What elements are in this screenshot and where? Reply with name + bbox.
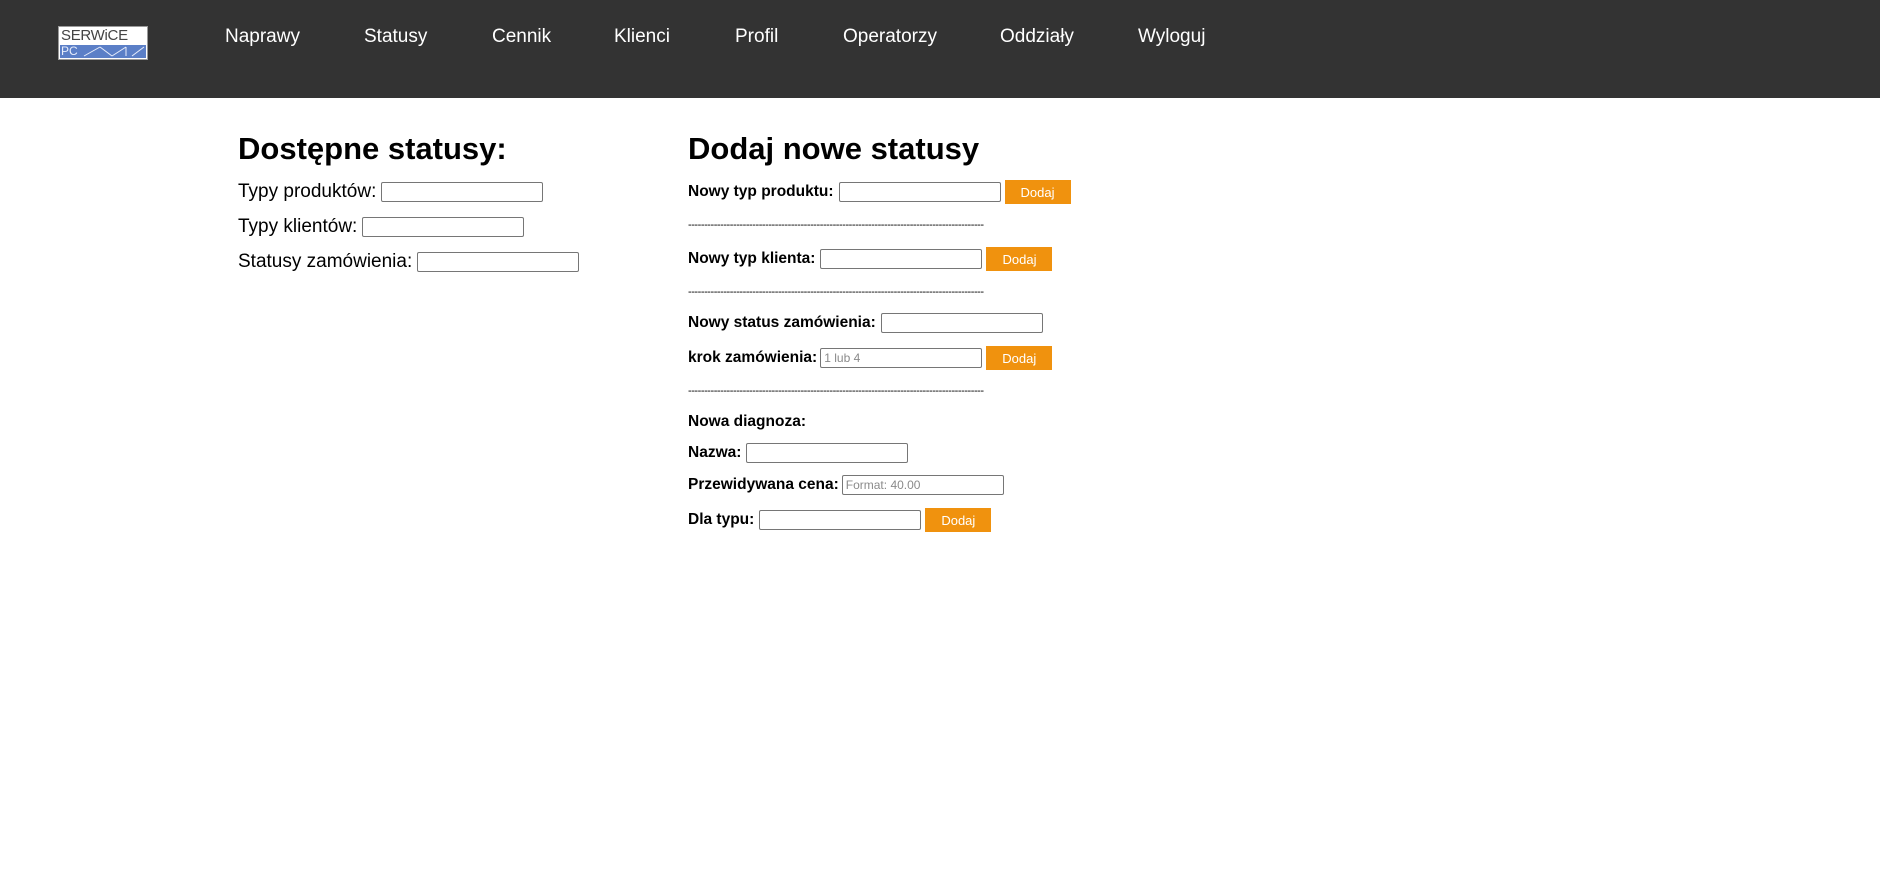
top-navbar: SERWiCE PC Naprawy Statusy Cennik Klienc… (0, 0, 1880, 98)
separator: ----------------------------------------… (688, 385, 984, 397)
client-types-select[interactable] (362, 217, 525, 237)
nav-operatorzy[interactable]: Operatorzy (843, 24, 937, 50)
nav-statusy[interactable]: Statusy (364, 24, 427, 50)
diagnosis-name-input[interactable] (746, 443, 909, 463)
client-types-row: Typy klientów: (238, 216, 525, 238)
available-statuses-title: Dostępne statusy: (238, 131, 507, 166)
new-product-type-label: Nowy typ produktu: (688, 183, 834, 200)
new-product-type-row: Nowy typ produktu: Dodaj (688, 180, 1071, 204)
add-order-status-button[interactable]: Dodaj (986, 346, 1053, 370)
diagnosis-price-input[interactable] (841, 475, 1004, 495)
nav-wyloguj[interactable]: Wyloguj (1138, 24, 1205, 50)
new-diagnosis-row: Nowa diagnoza: (688, 412, 806, 432)
new-client-type-input[interactable] (820, 249, 983, 269)
diagnosis-price-row: Przewidywana cena: (688, 475, 1004, 495)
new-order-status-label: Nowy status zamówienia: (688, 314, 876, 331)
new-product-type-input[interactable] (838, 182, 1001, 202)
order-statuses-label: Statusy zamówienia: (238, 251, 413, 272)
add-statuses-title: Dodaj nowe statusy (688, 131, 980, 166)
add-product-type-button[interactable]: Dodaj (1004, 180, 1071, 204)
new-client-type-label: Nowy typ klienta: (688, 250, 816, 267)
new-diagnosis-label: Nowa diagnoza: (688, 413, 806, 430)
order-step-input[interactable] (820, 348, 983, 368)
nav-cennik[interactable]: Cennik (492, 24, 551, 50)
diagnosis-type-label: Dla typu: (688, 511, 755, 528)
diagnosis-name-row: Nazwa: (688, 443, 909, 463)
logo[interactable]: SERWiCE PC (58, 26, 148, 60)
product-types-select[interactable] (381, 182, 544, 202)
order-statuses-select[interactable] (417, 252, 580, 272)
client-types-label: Typy klientów: (238, 216, 358, 237)
nav-profil[interactable]: Profil (735, 24, 778, 50)
nav-oddzialy[interactable]: Oddziały (1000, 24, 1074, 50)
diagnosis-type-select[interactable] (759, 510, 922, 530)
diagnosis-name-label: Nazwa: (688, 444, 742, 461)
nav-klienci[interactable]: Klienci (614, 24, 670, 50)
logo-text: SERWiCE (61, 27, 128, 44)
diagnosis-type-row: Dla typu: Dodaj (688, 508, 992, 532)
product-types-row: Typy produktów: (238, 181, 544, 203)
new-order-status-input[interactable] (880, 313, 1043, 333)
order-step-row: krok zamówienia: Dodaj (688, 346, 1053, 370)
add-diagnosis-button[interactable]: Dodaj (925, 508, 992, 532)
new-order-status-row: Nowy status zamówienia: (688, 313, 1043, 333)
logo-bar: PC (60, 44, 146, 58)
new-client-type-row: Nowy typ klienta: Dodaj (688, 247, 1053, 271)
order-statuses-row: Statusy zamówienia: (238, 251, 580, 273)
order-step-label: krok zamówienia: (688, 349, 818, 366)
diagnosis-price-label: Przewidywana cena: (688, 476, 839, 493)
nav-naprawy[interactable]: Naprawy (225, 24, 300, 50)
add-client-type-button[interactable]: Dodaj (986, 247, 1053, 271)
product-types-label: Typy produktów: (238, 181, 377, 202)
separator: ----------------------------------------… (688, 219, 984, 231)
separator: ----------------------------------------… (688, 286, 984, 298)
logo-subtext: PC (61, 44, 78, 58)
logo-lines-icon (83, 46, 145, 57)
